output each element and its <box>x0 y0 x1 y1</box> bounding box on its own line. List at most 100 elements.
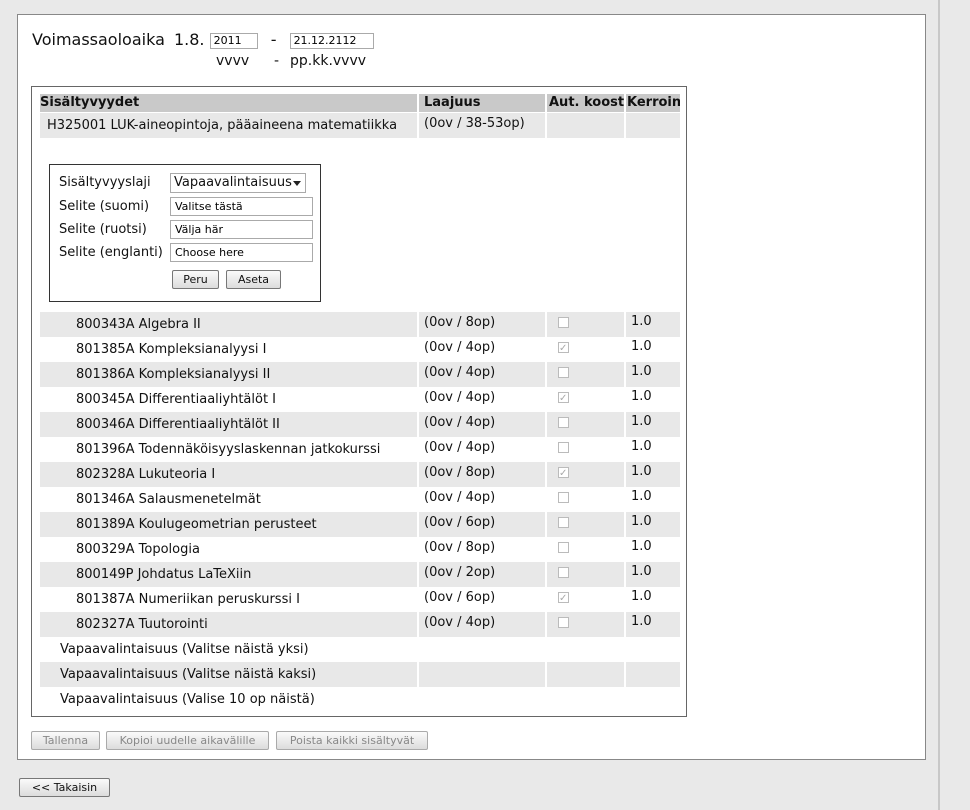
main-row: H325001 LUK-aineopintoja, pääaineena mat… <box>32 113 688 138</box>
course-aut-cell <box>547 337 624 362</box>
course-laajuus: (0ov / 4op) <box>419 362 545 387</box>
aut-koost-checkbox[interactable] <box>558 462 569 486</box>
aut-koost-checkbox[interactable] <box>558 417 569 428</box>
header-aut-koost: Aut. koost <box>547 94 624 112</box>
table-row: 801346A Salausmenetelmät (0ov / 4op) 1.0 <box>32 487 688 512</box>
aut-koost-checkbox[interactable] <box>558 492 569 503</box>
course-kerroin: 1.0 <box>626 312 680 337</box>
en-input[interactable] <box>170 243 313 262</box>
en-label: Selite (englanti) <box>59 245 163 260</box>
course-aut-cell <box>547 412 624 437</box>
course-kerroin: 1.0 <box>631 389 652 404</box>
aut-koost-checkbox[interactable] <box>558 367 569 378</box>
copy-button[interactable]: Kopioi uudelle aikavälille <box>106 731 269 750</box>
header-name: Sisältyvyydet <box>40 94 417 112</box>
aut-koost-checkbox[interactable] <box>558 517 569 528</box>
aut-koost-checkbox[interactable] <box>558 567 569 578</box>
main-row-name: H325001 LUK-aineopintoja, pääaineena mat… <box>40 113 417 138</box>
course-kerroin: 1.0 <box>631 339 652 354</box>
aut-koost-checkbox[interactable] <box>558 587 569 611</box>
course-name: 801389A Koulugeometrian perusteet <box>40 512 417 537</box>
group-kerroin <box>626 637 680 662</box>
course-aut-cell <box>547 487 624 512</box>
group-name[interactable]: Vapaavalintaisuus (Valitse näistä kaksi) <box>40 662 417 687</box>
course-kerroin: 1.0 <box>626 612 680 637</box>
table-row: 800343A Algebra II (0ov / 8op) 1.0 <box>32 312 688 337</box>
type-label: Sisältyvyyslaji <box>59 175 151 190</box>
validity-row: Voimassaoloaika 1.8. - <box>32 30 374 49</box>
table-row: 800345A Differentiaaliyhtälöt I (0ov / 4o… <box>32 387 688 412</box>
course-name: 800346A Differentiaaliyhtälöt II <box>40 412 417 437</box>
table-row: 800149P Johdatus LaTeXiin (0ov / 2op) 1.0 <box>32 562 688 587</box>
course-name: 800149P Johdatus LaTeXiin <box>40 562 417 587</box>
course-kerroin: 1.0 <box>626 412 680 437</box>
course-name: 801346A Salausmenetelmät <box>76 492 261 507</box>
end-date-input[interactable] <box>289 32 374 49</box>
course-laajuus: (0ov / 4op) <box>419 412 545 437</box>
aut-koost-checkbox[interactable] <box>558 442 569 453</box>
group-aut <box>547 662 624 687</box>
dropdown-arrow-icon <box>293 181 301 186</box>
course-name: 801387A Numeriikan peruskurssi I <box>76 592 300 607</box>
course-name: 802328A Lukuteoria I <box>40 462 417 487</box>
validity-start-prefix: 1.8. <box>173 30 205 49</box>
course-aut-cell <box>547 512 624 537</box>
group-aut <box>547 637 624 662</box>
table-row: 801386A Kompleksianalyysi II (0ov / 4op) 1… <box>32 362 688 387</box>
course-aut-cell <box>547 312 624 337</box>
group-aut <box>547 687 624 712</box>
main-row-kerroin <box>626 113 680 138</box>
course-kerroin: 1.0 <box>631 539 652 554</box>
header-laajuus: Laajuus <box>419 94 545 112</box>
group-name[interactable]: Vapaavalintaisuus (Valitse näistä yksi) <box>40 637 417 662</box>
aut-koost-checkbox[interactable] <box>558 337 569 361</box>
course-laajuus: (0ov / 4op) <box>419 612 545 637</box>
course-kerroin: 1.0 <box>626 362 680 387</box>
course-aut-cell <box>547 562 624 587</box>
main-row-aut <box>547 113 624 138</box>
course-aut-cell <box>547 587 624 612</box>
table-row: 802327A Tuutorointi (0ov / 4op) 1.0 <box>32 612 688 637</box>
course-aut-cell <box>547 437 624 462</box>
format-year-hint: vvvv <box>216 53 250 69</box>
course-laajuus: (0ov / 4op) <box>424 490 496 505</box>
course-laajuus: (0ov / 8op) <box>419 312 545 337</box>
start-year-input[interactable] <box>209 32 258 49</box>
course-kerroin: 1.0 <box>626 562 680 587</box>
table-row: 800346A Differentiaaliyhtälöt II (0ov / 4… <box>32 412 688 437</box>
table-row: 801396A Todennäköisyyslaskennan jatkokur… <box>32 437 688 462</box>
aut-koost-checkbox[interactable] <box>558 317 569 328</box>
fi-input[interactable] <box>170 197 313 216</box>
course-kerroin: 1.0 <box>631 439 652 454</box>
aut-koost-checkbox[interactable] <box>558 387 569 411</box>
course-laajuus: (0ov / 8op) <box>419 462 545 487</box>
course-kerroin: 1.0 <box>631 489 652 504</box>
main-row-laajuus: (0ov / 38-53op) <box>419 113 545 138</box>
save-button[interactable]: Tallenna <box>31 731 100 750</box>
course-name: 800345A Differentiaaliyhtälöt I <box>76 392 277 407</box>
group-laajuus <box>419 687 545 712</box>
fi-label: Selite (suomi) <box>59 199 150 214</box>
course-laajuus: (0ov / 4op) <box>424 390 496 405</box>
type-select-value: Vapaavalintaisuus <box>174 175 292 190</box>
cancel-button[interactable]: Peru <box>172 270 219 289</box>
set-button[interactable]: Aseta <box>226 270 281 289</box>
back-button[interactable]: << Takaisin <box>19 778 110 797</box>
aut-koost-checkbox[interactable] <box>558 617 569 628</box>
course-laajuus: (0ov / 2op) <box>419 562 545 587</box>
sv-input[interactable] <box>170 220 313 239</box>
group-name[interactable]: Vapaavalintaisuus (Valise 10 op näistä) <box>40 687 417 712</box>
course-aut-cell <box>547 462 624 487</box>
right-border <box>938 0 940 810</box>
course-aut-cell <box>547 362 624 387</box>
aut-koost-checkbox[interactable] <box>558 542 569 553</box>
course-aut-cell <box>547 612 624 637</box>
type-select[interactable]: Vapaavalintaisuus <box>170 173 306 193</box>
course-laajuus: (0ov / 6op) <box>419 512 545 537</box>
table-row: 801387A Numeriikan peruskurssi I (0ov / 6… <box>32 587 688 612</box>
delete-all-button[interactable]: Poista kaikki sisältyvät <box>276 731 428 750</box>
group-kerroin <box>626 687 680 712</box>
table-row: 800329A Topologia (0ov / 8op) 1.0 <box>32 537 688 562</box>
course-aut-cell <box>547 387 624 412</box>
group-row: Vapaavalintaisuus (Valise 10 op näistä) <box>32 687 688 712</box>
